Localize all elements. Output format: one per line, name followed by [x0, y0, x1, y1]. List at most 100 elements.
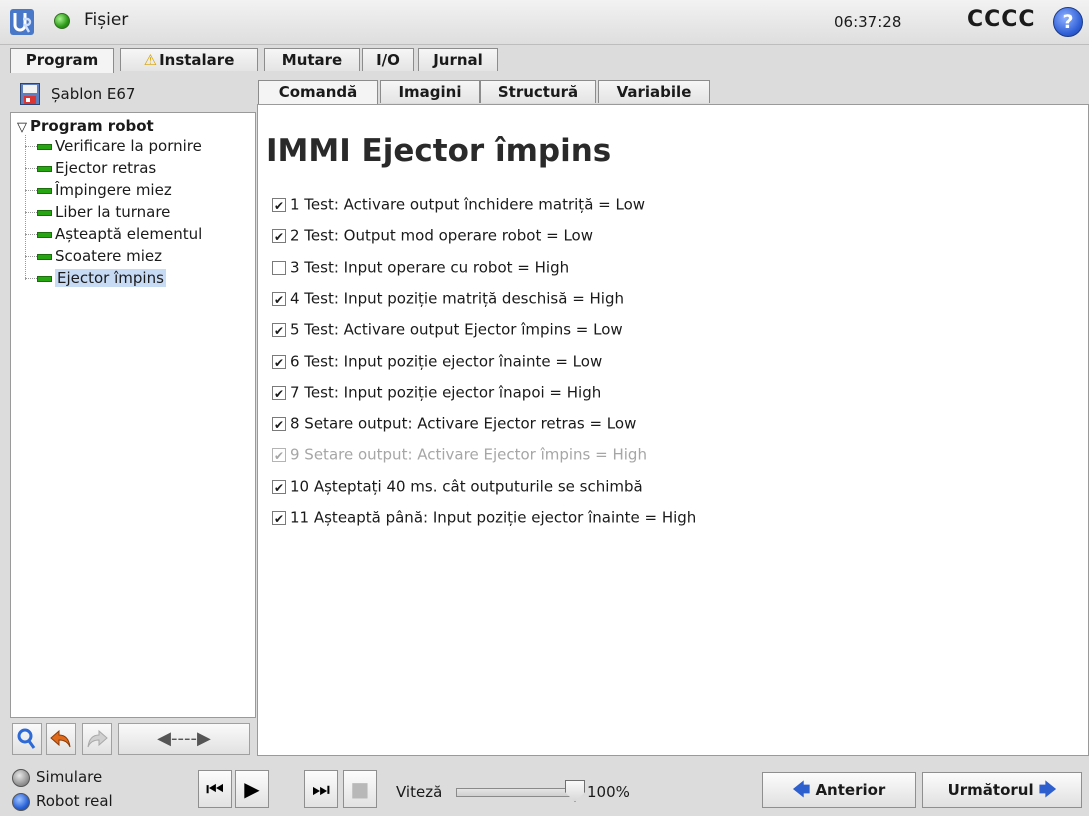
checkbox-checked[interactable]: ✔ — [272, 197, 286, 213]
arrow-left-icon: 🡄 — [792, 780, 811, 800]
tree-item[interactable]: Ejector retras — [25, 159, 156, 179]
step-forward-icon: ⏭ — [312, 777, 330, 801]
tree-item[interactable]: Verificare la pornire — [25, 137, 202, 157]
tab-structure[interactable]: Structură — [480, 80, 596, 103]
search-button[interactable] — [12, 723, 42, 755]
tree-toolbar: ◀----▶ — [10, 720, 256, 758]
skip-back-icon: ⏮ — [206, 777, 224, 801]
tab-program[interactable]: Program — [10, 48, 114, 73]
command-row-text: 1 Test: Activare output închidere matriț… — [290, 195, 646, 214]
command-row[interactable]: ✔ 7 Test: Input poziție ejector înapoi = … — [272, 383, 601, 405]
checkbox-checked[interactable]: ✔ — [272, 322, 286, 338]
speed-slider-thumb[interactable] — [565, 780, 585, 802]
command-row-text: 5 Test: Activare output Ejector împins =… — [290, 320, 623, 339]
checkbox-checked[interactable]: ✔ — [272, 228, 286, 244]
program-name: Șablon E67 — [51, 85, 136, 103]
program-header: Șablon E67 — [10, 80, 256, 110]
command-row[interactable]: ✔ 2 Test: Output mod operare robot = Low — [272, 226, 593, 248]
tab-images[interactable]: Imagini — [380, 80, 480, 103]
command-row[interactable]: ✔ 5 Test: Activare output Ejector împins … — [272, 320, 623, 342]
checkbox-checked[interactable]: ✔ — [272, 291, 286, 307]
robot-name: CCCC — [967, 7, 1036, 32]
command-row[interactable]: 3 Test: Input operare cu robot = High — [272, 258, 569, 280]
command-row-text: 2 Test: Output mod operare robot = Low — [290, 226, 593, 245]
command-row[interactable]: ✔ 11 Așteaptă până: Input poziție ejector… — [272, 508, 696, 530]
command-row-text: 8 Setare output: Activare Ejector retras… — [290, 414, 637, 433]
mode-simulation[interactable]: Simulare — [12, 768, 102, 790]
node-status-icon — [37, 209, 52, 216]
node-status-icon — [37, 275, 52, 282]
next-button[interactable]: Următorul 🡆 — [922, 772, 1082, 808]
robot-status-icon — [54, 13, 70, 29]
checkbox-unchecked[interactable] — [272, 260, 286, 275]
node-status-icon — [37, 253, 52, 260]
command-row-text: 11 Așteaptă până: Input poziție ejector … — [290, 508, 697, 527]
rewind-button[interactable]: ⏮ — [198, 770, 232, 808]
checkbox-checked[interactable]: ✔ — [272, 479, 286, 495]
save-icon[interactable] — [20, 83, 40, 105]
command-panel: IMMI Ejector împins ✔ 1 Test: Activare ou… — [257, 104, 1089, 756]
node-status-icon — [37, 165, 52, 172]
tab-variables[interactable]: Variabile — [598, 80, 710, 103]
program-tree: ▽ Program robot Verificare la pornire Eje… — [10, 112, 256, 718]
redo-button[interactable] — [82, 723, 112, 755]
redo-icon — [87, 729, 108, 748]
checkbox-checked[interactable]: ✔ — [272, 416, 286, 432]
checkbox-checked[interactable]: ✔ — [272, 447, 286, 463]
tree-item-selected[interactable]: Ejector împins — [25, 269, 166, 289]
tree-item[interactable]: Liber la turnare — [25, 203, 170, 223]
command-row[interactable]: ✔ 1 Test: Activare output închidere matri… — [272, 195, 645, 217]
stop-button[interactable]: ■ — [343, 770, 377, 808]
command-row-text: 4 Test: Input poziție matriță deschisă =… — [290, 289, 624, 308]
file-menu[interactable]: Fișier — [84, 10, 128, 30]
collapse-triangle-icon[interactable]: ▽ — [17, 120, 27, 135]
radio-off-icon[interactable] — [12, 768, 30, 787]
arrow-right-icon: 🡆 — [1038, 780, 1057, 800]
command-row-text: 7 Test: Input poziție ejector înapoi = H… — [290, 383, 602, 402]
previous-button[interactable]: 🡄 Anterior — [762, 772, 916, 808]
tab-io[interactable]: I/O — [362, 48, 414, 71]
checkbox-checked[interactable]: ✔ — [272, 385, 286, 401]
tree-item[interactable]: Împingere miez — [25, 181, 172, 201]
tree-item[interactable]: Scoatere miez — [25, 247, 162, 267]
tab-move[interactable]: Mutare — [264, 48, 360, 71]
speed-slider-track[interactable] — [456, 788, 576, 797]
command-row[interactable]: ✔ 4 Test: Input poziție matriță deschisă … — [272, 289, 624, 311]
node-title: IMMI Ejector împins — [266, 133, 612, 169]
tab-installation[interactable]: ⚠ Instalare — [120, 48, 258, 71]
top-bar: Fișier 06:37:28 CCCC ? — [0, 0, 1089, 45]
command-row[interactable]: ✔ 6 Test: Input poziție ejector înainte =… — [272, 352, 602, 374]
checkbox-checked[interactable]: ✔ — [272, 510, 286, 526]
node-status-icon — [37, 143, 52, 150]
radio-on-icon[interactable] — [12, 792, 30, 811]
search-icon — [17, 728, 36, 749]
command-row[interactable]: ✔ 9 Setare output: Activare Ejector împin… — [272, 445, 647, 467]
undo-button[interactable] — [46, 723, 76, 755]
tab-command[interactable]: Comandă — [258, 80, 378, 105]
universal-robots-logo — [10, 9, 34, 35]
clock: 06:37:28 — [834, 13, 902, 31]
undo-icon — [50, 729, 71, 748]
speed-value: 100% — [587, 783, 630, 801]
node-status-icon — [37, 231, 52, 238]
mode-real-robot[interactable]: Robot real — [12, 792, 113, 814]
move-node-button[interactable]: ◀----▶ — [118, 723, 250, 755]
warning-triangle-icon: ⚠ — [143, 51, 158, 69]
help-icon[interactable]: ? — [1053, 7, 1083, 37]
command-row-text: 3 Test: Input operare cu robot = High — [290, 258, 570, 277]
tab-log[interactable]: Jurnal — [418, 48, 498, 71]
tree-item[interactable]: Așteaptă elementul — [25, 225, 202, 245]
command-row[interactable]: ✔ 8 Setare output: Activare Ejector retra… — [272, 414, 636, 436]
stop-icon: ■ — [350, 777, 370, 801]
command-row-text: 10 Așteptați 40 ms. cât outputurile se s… — [290, 477, 643, 496]
command-row[interactable]: ✔ 10 Așteptați 40 ms. cât outputurile se … — [272, 477, 643, 499]
step-button[interactable]: ⏭ — [304, 770, 338, 808]
node-status-icon — [37, 187, 52, 194]
checkbox-checked[interactable]: ✔ — [272, 354, 286, 370]
tree-root[interactable]: ▽ Program robot — [17, 117, 154, 135]
command-row-text: 6 Test: Input poziție ejector înainte = … — [290, 352, 603, 371]
command-row-text: 9 Setare output: Activare Ejector împins… — [290, 445, 647, 464]
play-icon: ▶ — [244, 777, 260, 801]
play-button[interactable]: ▶ — [235, 770, 269, 808]
speed-label: Viteză — [396, 783, 443, 801]
